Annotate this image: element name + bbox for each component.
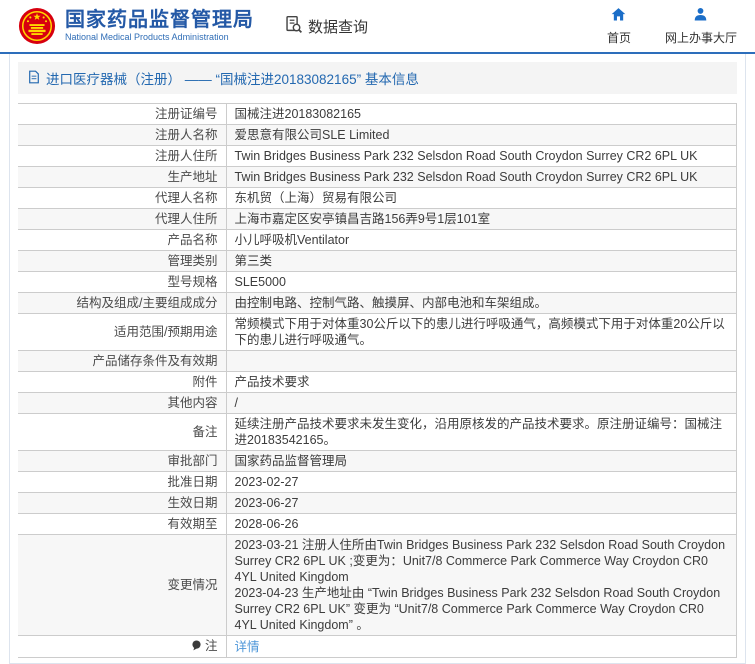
data-query-icon bbox=[284, 15, 303, 38]
table-row: 产品名称小儿呼吸机Ventilator bbox=[18, 230, 737, 251]
table-row: 代理人名称东机贸（上海）贸易有限公司 bbox=[18, 188, 737, 209]
row-value: 2023-06-27 bbox=[226, 493, 737, 514]
row-value: Twin Bridges Business Park 232 Selsdon R… bbox=[226, 146, 737, 167]
row-label: 注册人住所 bbox=[18, 146, 226, 167]
row-label: 附件 bbox=[18, 372, 226, 393]
data-query-label: 数据查询 bbox=[308, 16, 368, 37]
row-label: 产品名称 bbox=[18, 230, 226, 251]
site-logo[interactable]: 国家药品监督管理局 National Medical Products Admi… bbox=[18, 7, 254, 45]
row-value: 2028-06-26 bbox=[226, 514, 737, 535]
row-label: 代理人住所 bbox=[18, 209, 226, 230]
note-icon bbox=[191, 639, 202, 655]
org-name-en: National Medical Products Administration bbox=[65, 33, 254, 43]
row-value: SLE5000 bbox=[226, 272, 737, 293]
home-icon bbox=[610, 6, 627, 26]
row-label: 代理人名称 bbox=[18, 188, 226, 209]
row-label: 生效日期 bbox=[18, 493, 226, 514]
table-row: 结构及组成/主要组成成分由控制电路、控制气路、触摸屏、内部电池和车架组成。 bbox=[18, 293, 737, 314]
nav-item-label: 网上办事大厅 bbox=[665, 29, 737, 46]
row-value bbox=[226, 351, 737, 372]
info-table-body: 注册证编号国械注进20183082165注册人名称爱思意有限公司SLE Limi… bbox=[18, 104, 737, 658]
row-value: / bbox=[226, 393, 737, 414]
nav-item-service-hall[interactable]: 网上办事大厅 bbox=[665, 6, 737, 46]
table-row: 产品储存条件及有效期 bbox=[18, 351, 737, 372]
row-label: 批准日期 bbox=[18, 472, 226, 493]
row-value: 产品技术要求 bbox=[226, 372, 737, 393]
row-label: 适用范围/预期用途 bbox=[18, 314, 226, 351]
table-row: 生产地址Twin Bridges Business Park 232 Selsd… bbox=[18, 167, 737, 188]
row-label: 备注 bbox=[18, 414, 226, 451]
registration-info-table: 注册证编号国械注进20183082165注册人名称爱思意有限公司SLE Limi… bbox=[18, 103, 737, 658]
row-value: 2023-02-27 bbox=[226, 472, 737, 493]
row-value: 上海市嘉定区安亭镇昌吉路156弄9号1层101室 bbox=[226, 209, 737, 230]
row-value: 详情 bbox=[226, 636, 737, 658]
table-row: 有效期至2028-06-26 bbox=[18, 514, 737, 535]
person-icon bbox=[692, 6, 709, 26]
table-row: 变更情况2023-03-21 注册人住所由Twin Bridges Busine… bbox=[18, 535, 737, 636]
row-label: 其他内容 bbox=[18, 393, 226, 414]
row-label: 有效期至 bbox=[18, 514, 226, 535]
row-label: 注册证编号 bbox=[18, 104, 226, 125]
row-label: 型号规格 bbox=[18, 272, 226, 293]
table-row: 生效日期2023-06-27 bbox=[18, 493, 737, 514]
header: 国家药品监督管理局 National Medical Products Admi… bbox=[0, 0, 755, 54]
nav-item-home[interactable]: 首页 bbox=[607, 6, 631, 46]
table-row: 代理人住所上海市嘉定区安亭镇昌吉路156弄9号1层101室 bbox=[18, 209, 737, 230]
row-value: 延续注册产品技术要求未发生变化，沿用原核发的产品技术要求。原注册证编号：国械注进… bbox=[226, 414, 737, 451]
table-row: 批准日期2023-02-27 bbox=[18, 472, 737, 493]
table-row: 注册人名称爱思意有限公司SLE Limited bbox=[18, 125, 737, 146]
table-row: 适用范围/预期用途常频模式下用于对体重30公斤以下的患儿进行呼吸通气，高频模式下… bbox=[18, 314, 737, 351]
org-name-cn: 国家药品监督管理局 bbox=[65, 9, 254, 31]
table-row: 备注延续注册产品技术要求未发生变化，沿用原核发的产品技术要求。原注册证编号：国械… bbox=[18, 414, 737, 451]
row-value: 小儿呼吸机Ventilator bbox=[226, 230, 737, 251]
table-row: 审批部门国家药品监督管理局 bbox=[18, 451, 737, 472]
table-row: 管理类别第三类 bbox=[18, 251, 737, 272]
nav-item-label: 首页 bbox=[607, 29, 631, 46]
row-label: 结构及组成/主要组成成分 bbox=[18, 293, 226, 314]
row-label: 审批部门 bbox=[18, 451, 226, 472]
row-value: 由控制电路、控制气路、触摸屏、内部电池和车架组成。 bbox=[226, 293, 737, 314]
data-query-button[interactable]: 数据查询 bbox=[284, 15, 368, 38]
row-value: 常频模式下用于对体重30公斤以下的患儿进行呼吸通气，高频模式下用于对体重20公斤… bbox=[226, 314, 737, 351]
row-label: 注册人名称 bbox=[18, 125, 226, 146]
table-row: 注册人住所Twin Bridges Business Park 232 Sels… bbox=[18, 146, 737, 167]
row-label: 管理类别 bbox=[18, 251, 226, 272]
header-nav: 首页 网上办事大厅 bbox=[607, 6, 741, 46]
national-emblem-icon bbox=[18, 7, 56, 45]
row-value: Twin Bridges Business Park 232 Selsdon R… bbox=[226, 167, 737, 188]
content-panel: 进口医疗器械（注册） —— “国械注进20183082165” 基本信息 注册证… bbox=[9, 54, 746, 664]
row-value: 爱思意有限公司SLE Limited bbox=[226, 125, 737, 146]
row-label: 生产地址 bbox=[18, 167, 226, 188]
row-label: 产品储存条件及有效期 bbox=[18, 351, 226, 372]
row-value: 东机贸（上海）贸易有限公司 bbox=[226, 188, 737, 209]
row-value: 国械注进20183082165 bbox=[226, 104, 737, 125]
row-label: 变更情况 bbox=[18, 535, 226, 636]
table-row: 其他内容/ bbox=[18, 393, 737, 414]
table-row: 附件产品技术要求 bbox=[18, 372, 737, 393]
breadcrumb: 进口医疗器械（注册） —— “国械注进20183082165” 基本信息 bbox=[18, 62, 737, 94]
breadcrumb-text: 进口医疗器械（注册） —— “国械注进20183082165” 基本信息 bbox=[46, 68, 419, 88]
row-value: 第三类 bbox=[226, 251, 737, 272]
row-value: 2023-03-21 注册人住所由Twin Bridges Business P… bbox=[226, 535, 737, 636]
row-label: 注 bbox=[18, 636, 226, 658]
table-row: 注详情 bbox=[18, 636, 737, 658]
document-icon bbox=[28, 70, 40, 87]
table-row: 注册证编号国械注进20183082165 bbox=[18, 104, 737, 125]
table-row: 型号规格SLE5000 bbox=[18, 272, 737, 293]
detail-link[interactable]: 详情 bbox=[235, 640, 260, 654]
row-value: 国家药品监督管理局 bbox=[226, 451, 737, 472]
